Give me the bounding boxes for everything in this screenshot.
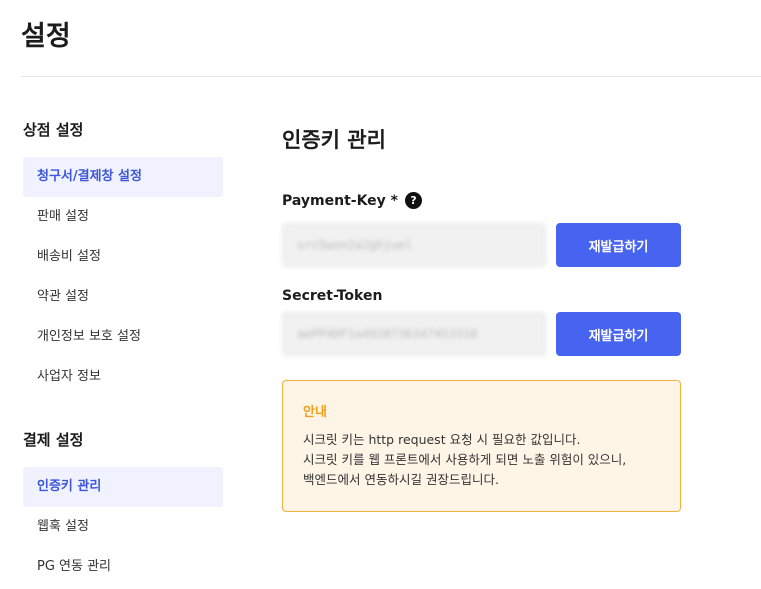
notice-title: 안내 — [303, 405, 327, 420]
header-divider — [21, 76, 761, 77]
sidebar-section-title: 상점 설정 — [23, 121, 84, 139]
sidebar-item-webhook[interactable]: 웹훅 설정 — [23, 507, 223, 547]
secret-token-label: Secret-Token — [282, 288, 382, 304]
page-title: 설정 — [21, 21, 71, 52]
payment-key-label: Payment-Key * ? — [282, 192, 422, 209]
sidebar-section-title: 결제 설정 — [23, 431, 84, 449]
sidebar-item-pg-integration[interactable]: PG 연동 관리 — [23, 547, 223, 587]
sidebar-item-invoice-checkout[interactable]: 청구서/결제창 설정 — [23, 157, 223, 197]
payment-key-label-text: Payment-Key * — [282, 192, 398, 209]
reissue-payment-key-button[interactable]: 재발급하기 — [556, 223, 681, 267]
payment-key-field[interactable] — [282, 223, 546, 267]
sidebar-item-shipping[interactable]: 배송비 설정 — [23, 237, 223, 277]
sidebar-item-auth-keys[interactable]: 인증키 관리 — [23, 467, 223, 507]
help-icon[interactable]: ? — [405, 192, 422, 209]
reissue-secret-token-button[interactable]: 재발급하기 — [556, 312, 681, 356]
notice-box: 안내 시크릿 키는 http request 요청 시 필요한 값입니다. 시크… — [282, 380, 681, 512]
sidebar-item-sales[interactable]: 판매 설정 — [23, 197, 223, 237]
settings-page: 설정 상점 설정 청구서/결제창 설정 판매 설정 배송비 설정 약관 설정 개… — [0, 0, 761, 589]
notice-line: 시크릿 키를 웹 프론트에서 사용하게 되면 노출 위험이 있으니, — [303, 452, 627, 467]
section-title: 인증키 관리 — [282, 128, 386, 152]
sidebar-section-payment: 결제 설정 인증키 관리 웹훅 설정 PG 연동 관리 — [23, 430, 223, 587]
notice-line: 시크릿 키는 http request 요청 시 필요한 값입니다. — [303, 432, 581, 447]
notice-line: 백엔드에서 연동하시길 권장드립니다. — [303, 472, 499, 487]
sidebar-item-terms[interactable]: 약관 설정 — [23, 277, 223, 317]
sidebar-item-business-info[interactable]: 사업자 정보 — [23, 357, 223, 397]
sidebar-section-store: 상점 설정 청구서/결제창 설정 판매 설정 배송비 설정 약관 설정 개인정보… — [23, 120, 223, 397]
secret-token-label-text: Secret-Token — [282, 288, 383, 304]
sidebar-item-privacy[interactable]: 개인정보 보호 설정 — [23, 317, 223, 357]
secret-token-field[interactable] — [282, 312, 546, 356]
